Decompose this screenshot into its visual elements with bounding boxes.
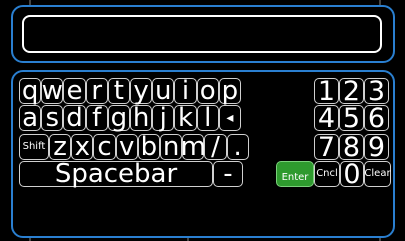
numpad-3[interactable]: 3: [364, 78, 389, 105]
dash-key[interactable]: -: [213, 161, 243, 187]
numpad-2[interactable]: 2: [339, 78, 364, 105]
key-b[interactable]: b: [137, 134, 160, 160]
key-slash[interactable]: /: [204, 134, 227, 160]
backspace-key[interactable]: ◂: [218, 105, 241, 131]
key-t[interactable]: t: [107, 78, 130, 104]
key-f[interactable]: f: [85, 105, 108, 131]
key-j[interactable]: j: [152, 105, 175, 131]
spacebar-key[interactable]: Spacebar: [19, 161, 213, 187]
key-o[interactable]: o: [196, 78, 219, 104]
key-g[interactable]: g: [107, 105, 130, 131]
text-entry-panel: [11, 5, 395, 63]
key-y[interactable]: y: [130, 78, 153, 104]
key-v[interactable]: v: [115, 134, 138, 160]
numpad-4[interactable]: 4: [314, 105, 339, 132]
key-e[interactable]: e: [63, 78, 86, 104]
numpad-7[interactable]: 7: [314, 134, 339, 161]
key-u[interactable]: u: [152, 78, 175, 104]
key-n[interactable]: n: [160, 134, 183, 160]
numpad-0[interactable]: 0: [340, 161, 364, 188]
key-x[interactable]: x: [71, 134, 94, 160]
key-k[interactable]: k: [174, 105, 197, 131]
key-h[interactable]: h: [130, 105, 153, 131]
key-w[interactable]: w: [41, 78, 64, 104]
numpad-1[interactable]: 1: [314, 78, 339, 105]
keyboard-panel: q w e r t y u i o p a s d f g h j k l ◂ Shift z x c v b n m /. Spaceb…: [11, 70, 395, 238]
enter-key[interactable]: Enter: [276, 161, 314, 187]
key-c[interactable]: c: [93, 134, 116, 160]
clear-key[interactable]: Clear: [364, 161, 391, 187]
numpad-9[interactable]: 9: [364, 134, 389, 161]
key-i[interactable]: i: [174, 78, 197, 104]
key-a[interactable]: a: [19, 105, 42, 131]
shift-key[interactable]: Shift: [19, 134, 49, 160]
key-d[interactable]: d: [63, 105, 86, 131]
cancel-key[interactable]: Cncl: [314, 161, 340, 187]
key-r[interactable]: r: [85, 78, 108, 104]
key-s[interactable]: s: [41, 105, 64, 131]
key-z[interactable]: z: [49, 134, 72, 160]
numpad-5[interactable]: 5: [339, 105, 364, 132]
key-q[interactable]: q: [19, 78, 42, 104]
numpad-6[interactable]: 6: [364, 105, 389, 132]
key-p[interactable]: p: [218, 78, 241, 104]
key-m[interactable]: m: [181, 134, 206, 160]
numpad-8[interactable]: 8: [339, 134, 364, 161]
text-entry-field[interactable]: [22, 15, 382, 53]
key-period[interactable]: .: [226, 134, 249, 160]
key-l[interactable]: l: [196, 105, 219, 131]
